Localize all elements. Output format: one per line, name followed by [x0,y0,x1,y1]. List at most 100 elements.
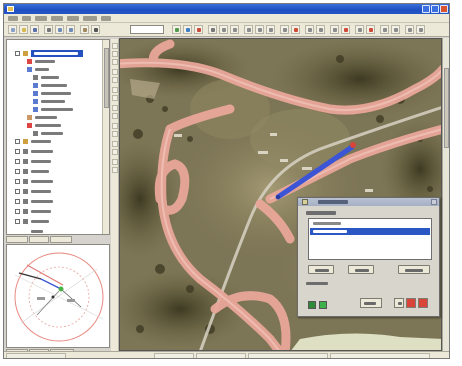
color-swatch[interactable] [319,301,327,309]
toolbar-button[interactable] [391,25,400,34]
map-vertical-scrollbar[interactable] [442,38,449,351]
search-input[interactable] [130,25,164,34]
toolbar-button[interactable] [112,167,118,173]
layer-tree-item[interactable] [7,208,109,215]
scrollbar-thumb[interactable] [444,68,449,148]
menu-item[interactable] [51,16,63,21]
toolbar-button[interactable] [380,25,389,34]
layer-tree-item[interactable] [7,130,109,137]
layer-tree-item[interactable] [7,50,109,57]
tab[interactable] [50,236,72,243]
tab[interactable] [29,236,49,243]
dialog-action-button[interactable] [360,298,382,308]
toolbar-button[interactable] [112,149,118,155]
close-icon[interactable] [440,5,448,13]
layer-checkbox[interactable] [15,169,20,174]
toolbar-button[interactable] [219,25,228,34]
toolbar-button[interactable] [280,25,289,34]
toolbar-button[interactable] [291,25,300,34]
layer-checkbox[interactable] [15,209,20,214]
minimize-icon[interactable] [422,5,430,13]
layer-checkbox[interactable] [15,51,20,56]
toolbar-button[interactable] [112,123,118,129]
print-icon[interactable] [44,25,53,34]
zoom-in-icon[interactable] [55,25,64,34]
toolbar-button[interactable] [112,141,118,147]
dialog-action-button[interactable] [394,298,404,308]
close-icon[interactable] [431,199,437,205]
dialog-action-button[interactable] [406,298,416,308]
layer-tree-item[interactable] [7,66,109,73]
toolbar-button[interactable] [330,25,339,34]
refresh-icon[interactable] [183,25,192,34]
list-item[interactable] [310,228,430,235]
toolbar-button[interactable] [112,87,118,93]
maximize-icon[interactable] [431,5,439,13]
layer-tree-item[interactable] [7,188,109,195]
layer-tree-item[interactable] [7,158,109,165]
layer-checkbox[interactable] [15,149,20,154]
list-item[interactable] [310,236,430,243]
layer-tree-item[interactable] [7,98,109,105]
layer-tree-item[interactable] [7,114,109,121]
overview-map-canvas[interactable] [7,245,110,348]
title-bar[interactable] [4,4,449,14]
list-item[interactable] [310,220,430,227]
toolbar-button[interactable] [112,95,118,101]
save-icon[interactable] [30,25,39,34]
layer-checkbox[interactable] [15,219,20,224]
overview-map[interactable] [6,244,110,348]
layer-tree-item[interactable] [7,106,109,113]
dialog-action-button[interactable] [418,298,428,308]
menu-item[interactable] [83,16,97,21]
layer-tree-item[interactable] [7,228,109,234]
layer-checkbox[interactable] [15,199,20,204]
toolbar-button[interactable] [112,113,118,119]
toolbar-button[interactable] [112,105,118,111]
toolbar-button[interactable] [112,69,118,75]
select-icon[interactable] [91,25,100,34]
menu-item[interactable] [101,16,111,21]
zoom-out-icon[interactable] [66,25,75,34]
new-icon[interactable] [8,25,17,34]
color-swatch[interactable] [308,301,316,309]
layer-checkbox[interactable] [15,139,20,144]
dialog-title-bar[interactable] [298,198,439,206]
toolbar-button[interactable] [341,25,350,34]
dialog-button[interactable] [398,265,430,274]
toolbar-button[interactable] [405,25,414,34]
dialog-button[interactable] [348,265,374,274]
toolbar-button[interactable] [244,25,253,34]
dialog-list[interactable] [308,218,432,260]
toolbar-button[interactable] [112,51,118,57]
measure-icon[interactable] [208,25,217,34]
toolbar-button[interactable] [112,43,118,49]
toolbar-button[interactable] [305,25,314,34]
toolbar-button[interactable] [316,25,325,34]
list-item[interactable] [310,244,430,251]
open-icon[interactable] [19,25,28,34]
layer-icon[interactable] [172,25,181,34]
toolbar-button[interactable] [355,25,364,34]
layer-checkbox[interactable] [15,179,20,184]
identify-icon[interactable] [194,25,203,34]
layer-tree-item[interactable] [7,148,109,155]
toolbar-button[interactable] [416,25,425,34]
menu-item[interactable] [8,16,18,21]
layer-tree-item[interactable] [7,178,109,185]
toolbar-button[interactable] [112,59,118,65]
dialog-button[interactable] [308,265,334,274]
menu-item[interactable] [22,16,31,21]
toolbar-button[interactable] [112,77,118,83]
menu-item[interactable] [67,16,79,21]
toolbar-button[interactable] [112,159,118,165]
toolbar-button[interactable] [266,25,275,34]
layer-tree-item[interactable] [7,90,109,97]
toolbar-button[interactable] [366,25,375,34]
toolbar-button[interactable] [112,131,118,137]
layer-tree-item[interactable] [7,138,109,145]
toolbar-button[interactable] [255,25,264,34]
layer-tree-item[interactable] [7,198,109,205]
layer-tree-scrollbar[interactable] [102,40,109,234]
tab[interactable] [6,236,28,243]
